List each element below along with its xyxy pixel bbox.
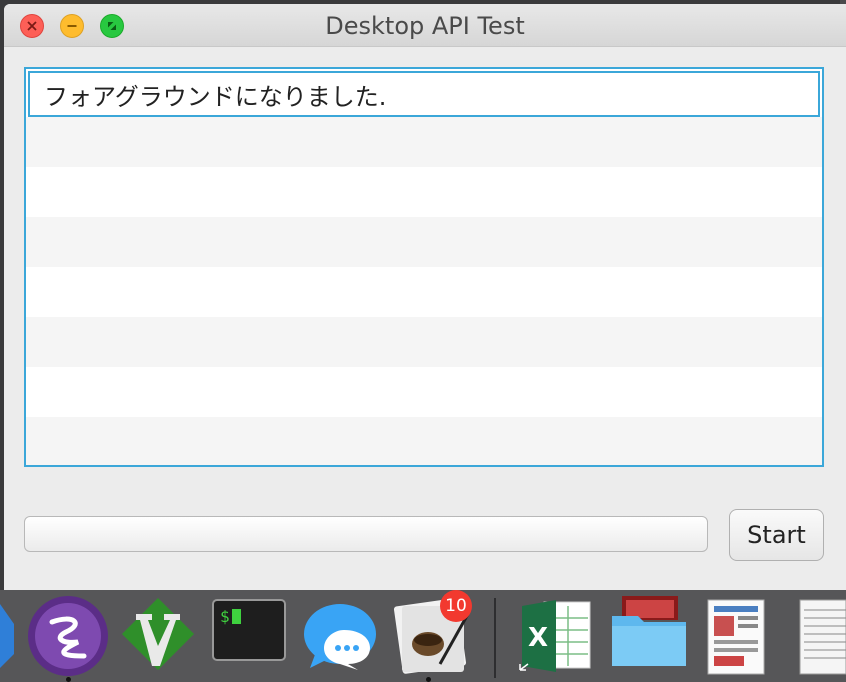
list-item[interactable]: フォアグラウンドになりました. [28,71,820,117]
empty-list-row [26,167,822,217]
empty-list-row [26,317,822,367]
text-input[interactable] [24,516,708,552]
empty-list-row [26,417,822,465]
svg-text:X: X [528,623,548,653]
svg-text:$: $ [220,607,230,626]
window-title: Desktop API Test [325,12,525,40]
app-partial-icon[interactable] [0,594,20,678]
running-indicator [66,677,71,682]
vim-icon[interactable] [118,594,198,682]
terminal-icon[interactable]: $ [212,594,286,668]
app-window: Desktop API Test フォアグラウンドになりました. Start [4,4,846,590]
emacs-icon[interactable] [26,594,110,682]
folder-icon[interactable] [610,594,690,682]
notification-badge: 10 [440,590,472,622]
running-indicator [426,677,431,682]
dock-separator [494,598,496,678]
start-button[interactable]: Start [729,509,824,561]
dock: $ 10 X [0,590,846,682]
empty-list-row [26,267,822,317]
excel-icon[interactable]: X [516,594,596,682]
empty-list-row [26,217,822,267]
document-stack-icon[interactable] [702,594,772,682]
log-list[interactable]: フォアグラウンドになりました. [24,67,824,467]
document-partial-icon[interactable] [796,594,846,682]
empty-list-row [26,367,822,417]
title-bar[interactable]: Desktop API Test [4,4,846,47]
messages-icon[interactable] [300,594,380,678]
empty-list-row [26,117,822,167]
